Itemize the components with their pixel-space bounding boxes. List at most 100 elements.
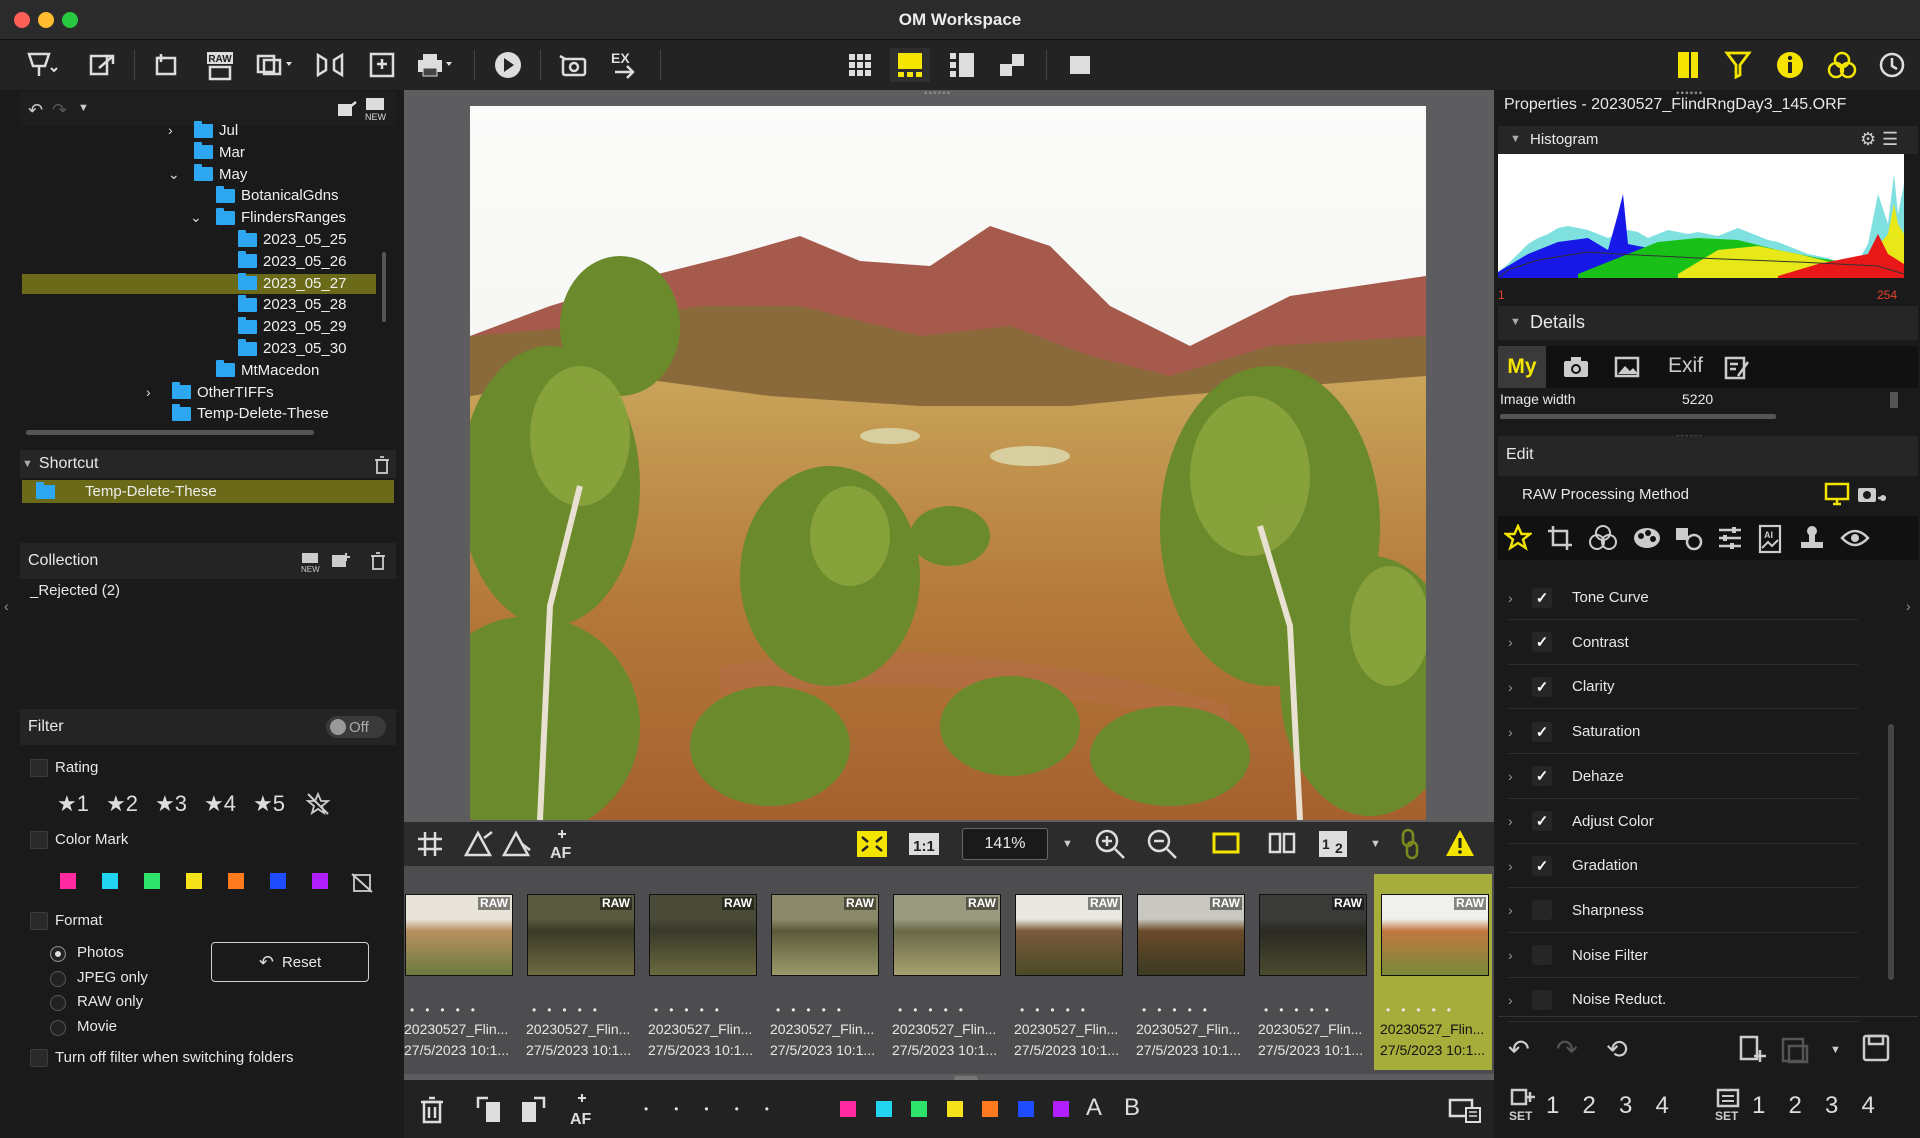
color-wheel-icon[interactable] xyxy=(1632,524,1662,552)
color-adjust-icon[interactable] xyxy=(1822,48,1862,82)
actual-size-icon[interactable]: 1:1 xyxy=(908,830,940,858)
copy-settings-icon[interactable] xyxy=(1738,1034,1768,1064)
sync-link-icon[interactable] xyxy=(1398,828,1422,860)
raw-develop-icon[interactable]: RAW xyxy=(200,48,240,82)
set-number-button[interactable]: 3 xyxy=(1825,1092,1838,1120)
set-number-button[interactable]: 4 xyxy=(1656,1092,1669,1120)
color-mark-button[interactable] xyxy=(875,1101,892,1117)
tree-item[interactable]: May xyxy=(194,164,247,185)
tree-item[interactable]: OtherTIFFs xyxy=(172,382,274,403)
color-mark-button[interactable] xyxy=(840,1101,856,1117)
history-icon[interactable] xyxy=(1872,48,1912,82)
expand-chevron-icon[interactable]: › xyxy=(168,122,182,138)
details-hscrollbar[interactable] xyxy=(1500,414,1776,419)
edit-notes-icon[interactable] xyxy=(1724,356,1752,380)
trash-icon[interactable] xyxy=(370,552,386,570)
color-mark-button[interactable] xyxy=(946,1101,963,1117)
edit-item-row[interactable]: › ✓ Clarity xyxy=(1508,665,1858,710)
tab-exif[interactable]: Exif xyxy=(1668,354,1703,378)
thumbnail-rating-dots[interactable]: ••••• xyxy=(654,1003,730,1017)
stamp-icon[interactable] xyxy=(1798,524,1826,552)
edit-item-row[interactable]: › Noise Filter xyxy=(1508,934,1858,978)
ai-icon[interactable]: AI xyxy=(1756,524,1784,554)
thumbnail-rating-dots[interactable]: ••••• xyxy=(1020,1003,1096,1017)
tree-vscrollbar[interactable] xyxy=(382,252,386,322)
thumbnail-rating-dots[interactable]: ••••• xyxy=(1142,1003,1218,1017)
filter-toggle[interactable]: Off xyxy=(326,716,386,738)
sliders-icon[interactable] xyxy=(1716,524,1744,552)
collapse-chevron-icon[interactable]: ⌄ xyxy=(190,209,204,226)
undo-icon[interactable]: ↶ xyxy=(1508,1034,1530,1065)
tree-hscrollbar[interactable] xyxy=(26,430,314,435)
trash-icon[interactable] xyxy=(374,456,390,474)
grid-overlay-icon[interactable] xyxy=(416,830,444,858)
set-number-button[interactable]: 2 xyxy=(1789,1092,1802,1120)
format-checkbox[interactable] xyxy=(30,912,48,930)
set-edit-icon[interactable]: SET xyxy=(1508,1088,1538,1122)
thumbnail-image[interactable]: RAW xyxy=(649,894,757,976)
forward-icon[interactable]: ↷ xyxy=(52,100,67,121)
eye-icon[interactable] xyxy=(1840,524,1870,552)
new-collection-icon[interactable]: NEW xyxy=(300,551,322,573)
expand-chevron-icon[interactable]: › xyxy=(1508,724,1532,740)
thumbnail-rating-dots[interactable]: ••••• xyxy=(410,1003,486,1017)
expand-chevron-icon[interactable]: › xyxy=(146,384,160,400)
set-number-button[interactable]: 1 xyxy=(1752,1092,1765,1120)
details-header[interactable]: ▼ Details xyxy=(1498,306,1918,340)
expand-chevron-icon[interactable]: › xyxy=(1508,858,1532,874)
grid-view-icon[interactable] xyxy=(840,48,880,82)
before-after-icon[interactable]: 12 xyxy=(1318,830,1348,858)
highlight-warning-icon[interactable] xyxy=(464,830,494,858)
edit-item-checkbox[interactable] xyxy=(1532,945,1552,966)
main-photo[interactable] xyxy=(470,106,1426,820)
new-folder-icon[interactable]: NEW xyxy=(364,96,388,122)
tree-item[interactable]: MtMacedon xyxy=(216,360,319,381)
format-radio[interactable] xyxy=(50,995,66,1011)
view-dropdown-icon[interactable]: ▼ xyxy=(1370,838,1381,850)
rating-dots[interactable]: ••••• xyxy=(644,1102,795,1116)
zoom-dropdown-icon[interactable]: ▼ xyxy=(1062,838,1073,850)
thumbnail-rating-dots[interactable]: ••••• xyxy=(1264,1003,1340,1017)
dual-view-icon[interactable] xyxy=(1268,832,1296,854)
slideshow-icon[interactable] xyxy=(488,48,528,82)
tree-item[interactable]: 2023_05_29 xyxy=(238,316,346,337)
tree-item[interactable]: 2023_05_27 xyxy=(238,273,346,294)
edit-item-row[interactable]: › ✓ Adjust Color xyxy=(1508,800,1858,844)
color-mark-swatch[interactable] xyxy=(228,873,244,889)
thumbnail-image[interactable]: RAW xyxy=(405,894,513,976)
format-radio[interactable] xyxy=(50,946,66,962)
af-point-icon[interactable]: AF xyxy=(548,828,576,860)
shortcut-item[interactable]: Temp-Delete-These xyxy=(22,480,394,503)
color-mark-checkbox[interactable] xyxy=(30,831,48,849)
zoom-level-field[interactable]: 141% xyxy=(962,828,1048,860)
zoom-in-icon[interactable] xyxy=(1094,828,1126,860)
tether-icon[interactable] xyxy=(554,48,594,82)
shapes-icon[interactable] xyxy=(1674,524,1704,552)
color-mark-swatch[interactable] xyxy=(270,873,286,889)
monitor-icon[interactable] xyxy=(1824,482,1850,506)
filter-icon[interactable] xyxy=(1718,48,1758,82)
color-mark-button[interactable] xyxy=(1053,1101,1069,1117)
histogram-header[interactable]: ▼ Histogram ⚙ ☰ xyxy=(1498,126,1918,154)
rotate-left-icon[interactable] xyxy=(474,1094,504,1124)
crop-icon[interactable] xyxy=(1546,524,1574,552)
color-mark-swatch[interactable] xyxy=(186,873,202,889)
compare-icon[interactable] xyxy=(310,48,350,82)
thumbnail-image[interactable]: RAW xyxy=(893,894,1001,976)
collapse-chevron-icon[interactable]: ⌄ xyxy=(168,166,182,183)
batch-icon[interactable] xyxy=(362,48,402,82)
collapse-left-icon[interactable]: ‹ xyxy=(4,598,14,628)
edit-item-row[interactable]: › ✓ Saturation xyxy=(1508,710,1858,755)
tree-item[interactable]: 2023_05_26 xyxy=(238,251,346,272)
camera-processing-icon[interactable] xyxy=(1856,482,1888,506)
preview-view-icon[interactable] xyxy=(890,48,930,82)
rating-filter-4[interactable]: ★4 xyxy=(204,791,236,817)
color-mark-swatch[interactable] xyxy=(60,873,76,889)
color-mark-swatch[interactable] xyxy=(144,873,160,889)
gear-icon[interactable]: ⚙ xyxy=(1860,129,1876,150)
paste-settings-icon[interactable] xyxy=(1780,1034,1810,1064)
tree-item[interactable]: Jul xyxy=(194,120,238,141)
import-icon[interactable] xyxy=(22,48,62,82)
resize-icon[interactable] xyxy=(254,48,294,82)
menu-icon[interactable]: ☰ xyxy=(1882,129,1898,150)
